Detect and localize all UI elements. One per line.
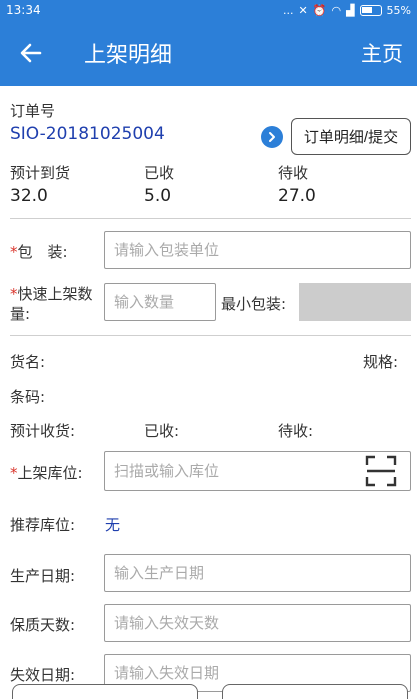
location-label-text: 上架库位: (17, 464, 83, 482)
min-pack-label: 最小包装: (221, 295, 287, 313)
battery-icon (359, 4, 382, 16)
quick-qty-label-line2: 量: (10, 305, 31, 323)
status-dots: ... (283, 3, 294, 17)
order-label: 订单号 (10, 102, 56, 120)
package-label: *包 装: (10, 241, 68, 262)
pending: 待收 27.0 (278, 162, 316, 206)
signal-icon: ▟ (346, 3, 355, 17)
order-section: 订单号 SIO-20181025004 订单明细/提交 (10, 100, 411, 155)
expiry-date-label: 失效日期: (10, 666, 76, 684)
status-icons: ... ✕ ⏰ ◠ ▟ 55% (283, 4, 411, 17)
chevron-right-icon[interactable] (261, 126, 283, 148)
received-value: 5.0 (144, 186, 172, 206)
wifi-icon: ◠ (331, 3, 342, 17)
recommended-location-value: 无 (105, 516, 121, 534)
page-title: 上架明细 (84, 43, 173, 68)
min-pack-value (299, 283, 411, 321)
home-button[interactable]: 主页 (361, 38, 417, 68)
package-label-text: 包 装: (17, 243, 68, 261)
arrow-left-icon (20, 43, 42, 63)
package-input[interactable] (104, 231, 411, 269)
recommended-location-label: 推荐库位: (10, 516, 76, 534)
shelf-life-input[interactable] (104, 604, 411, 642)
battery-percent: 55% (386, 3, 411, 17)
goods-name-label: 货名: (10, 353, 46, 371)
app-bar: 上架明细 主页 (0, 20, 417, 86)
required-mark: * (10, 285, 18, 303)
pending-label: 待收 (278, 164, 309, 182)
barcode-label: 条码: (10, 388, 46, 406)
divider (10, 218, 411, 219)
expected-receipt-label: 预计收货: (10, 422, 76, 440)
mute-icon: ✕ (298, 3, 308, 17)
status-time: 13:34 (6, 3, 41, 17)
received: 已收 5.0 (144, 162, 174, 206)
divider (10, 335, 411, 336)
spec-label: 规格: (363, 353, 399, 371)
received-label: 已收 (144, 164, 175, 182)
quick-qty-label-line1: 快速上架数 (17, 285, 93, 303)
quantity-input[interactable] (104, 283, 216, 321)
expected-arrival: 预计到货 32.0 (10, 162, 70, 206)
quick-qty-label: *快速上架数 量: (10, 284, 93, 324)
order-detail-submit-button[interactable]: 订单明细/提交 (291, 118, 411, 155)
scan-icon[interactable] (363, 453, 399, 489)
alarm-icon: ⏰ (312, 3, 327, 17)
quantity-summary: 预计到货 32.0 已收 5.0 待收 27.0 (10, 162, 410, 208)
order-number: SIO-20181025004 (10, 124, 165, 144)
shelf-life-label: 保质天数: (10, 616, 76, 634)
status-bar: 13:34 ... ✕ ⏰ ◠ ▟ 55% (0, 0, 417, 20)
bottom-left-button[interactable] (12, 684, 198, 699)
back-button[interactable] (0, 20, 62, 86)
location-label: *上架库位: (10, 462, 83, 483)
received-qty-label: 已收: (144, 422, 180, 440)
production-date-label: 生产日期: (10, 567, 76, 585)
required-mark: * (10, 464, 18, 482)
bottom-right-button[interactable] (222, 684, 408, 699)
expected-arrival-label: 预计到货 (10, 164, 71, 182)
expected-arrival-value: 32.0 (10, 186, 48, 206)
content: 订单号 SIO-20181025004 订单明细/提交 预计到货 32.0 已收… (0, 86, 417, 699)
pending-value: 27.0 (278, 186, 316, 206)
required-mark: * (10, 243, 18, 261)
production-date-input[interactable] (104, 554, 411, 592)
pending-qty-label: 待收: (278, 422, 314, 440)
